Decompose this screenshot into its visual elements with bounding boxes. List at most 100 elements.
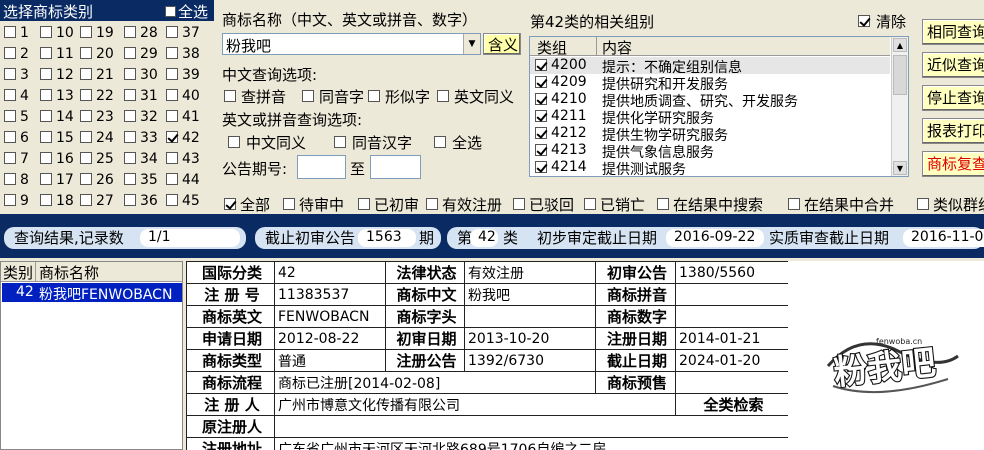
cn-option-0[interactable]: 查拼音 (224, 86, 286, 107)
class-checkbox-43[interactable]: 43 (166, 151, 200, 167)
class-checkbox-24[interactable]: 24 (80, 130, 114, 146)
class-checkbox-28[interactable]: 28 (124, 25, 158, 41)
result-list[interactable]: 类别 商标名称 42 粉我吧FENWOBACN (0, 261, 183, 450)
class-checkbox-17[interactable]: 17 (40, 172, 74, 188)
clear-groups-checkbox[interactable]: 清除 (858, 11, 906, 32)
dropdown-arrow-icon[interactable]: ▼ (463, 34, 480, 54)
pub-period-to-input[interactable] (370, 155, 421, 179)
class-checkbox-1[interactable]: 1 (4, 25, 29, 41)
en-option-2[interactable]: 全选 (434, 132, 482, 153)
class-checkbox-13[interactable]: 13 (40, 88, 74, 104)
group-row-4200[interactable]: 4200 提示：不确定组别信息 (530, 57, 890, 76)
class-checkbox-4[interactable]: 4 (4, 88, 29, 104)
filter-valid-registered[interactable]: 有效注册 (426, 194, 502, 215)
scroll-up-icon[interactable]: ▲ (893, 38, 907, 52)
en-name-value: FENWOBACN (274, 305, 386, 328)
class-checkbox-32[interactable]: 32 (124, 109, 158, 125)
print-report-button[interactable]: 报表打印 (922, 118, 984, 144)
filter-search-in-results[interactable]: 在结果中搜索 (657, 194, 763, 215)
class-checkbox-34[interactable]: 34 (124, 151, 158, 167)
class-checkbox-39[interactable]: 39 (166, 67, 200, 83)
class-checkbox-22[interactable]: 22 (80, 88, 114, 104)
scroll-down-icon[interactable]: ▼ (893, 161, 907, 175)
stop-query-button[interactable]: 停止查询 (922, 85, 984, 111)
same-query-button[interactable]: 相同查询 (922, 19, 984, 45)
class-checkbox-29[interactable]: 29 (124, 46, 158, 62)
group-row-4211[interactable]: 4211 提供化学研究服务 (530, 108, 890, 127)
group-row-4213[interactable]: 4213 提供气象信息服务 (530, 142, 890, 161)
group-row-4214[interactable]: 4214 提供测试服务 (530, 159, 890, 176)
filter-rejected[interactable]: 已驳回 (513, 194, 574, 215)
class-checkbox-31[interactable]: 31 (124, 88, 158, 104)
cn-option-3[interactable]: 英文同义 (437, 86, 514, 107)
class-checkbox-14[interactable]: 14 (40, 109, 74, 125)
class-checkbox-36[interactable]: 36 (124, 193, 158, 209)
class-checkbox-19[interactable]: 19 (80, 25, 114, 41)
expire-label: 截止日期 (595, 349, 676, 372)
groups-list[interactable]: 类组 内容 4200 提示：不确定组别信息 4209 提供研究和开发服务 4210 提供地… (529, 36, 909, 177)
result-count-value: 1/1 (140, 229, 240, 247)
result-row[interactable]: 42 粉我吧FENWOBACN (2, 283, 182, 303)
class-checkbox-3[interactable]: 3 (4, 67, 29, 83)
select-all-classes[interactable]: 全选 (165, 1, 208, 22)
class-checkbox-27[interactable]: 27 (80, 193, 114, 209)
class-checkbox-15[interactable]: 15 (40, 130, 74, 146)
trademark-name-input[interactable]: 粉我吧 ▼ (222, 33, 481, 55)
class-checkbox-20[interactable]: 20 (80, 46, 114, 62)
filter-all[interactable]: 全部 (224, 194, 270, 215)
en-option-0[interactable]: 中文同义 (228, 132, 306, 153)
filter-merge-in-results[interactable]: 在结果中合并 (788, 194, 894, 215)
class-checkbox-8[interactable]: 8 (4, 172, 29, 188)
group-row-4209[interactable]: 4209 提供研究和开发服务 (530, 74, 890, 93)
orig-registrant-label: 原注册人 (186, 415, 275, 438)
class-selector-title: 选择商标类别 (3, 3, 94, 21)
filter-prelim-approved[interactable]: 已初审 (358, 194, 419, 215)
class-checkbox-45[interactable]: 45 (166, 193, 200, 209)
class-checkbox-7[interactable]: 7 (4, 151, 29, 167)
head-char-label: 商标字头 (385, 305, 465, 328)
class-checkbox-6[interactable]: 6 (4, 130, 29, 146)
groups-scrollbar[interactable]: ▲ ▼ (891, 37, 908, 176)
class-checkbox-38[interactable]: 38 (166, 46, 200, 62)
filter-expired[interactable]: 已销亡 (584, 194, 645, 215)
class-checkbox-11[interactable]: 11 (40, 46, 74, 62)
group-row-4210[interactable]: 4210 提供地质调查、研究、开发服务 (530, 91, 890, 110)
cn-option-2[interactable]: 形似字 (368, 86, 430, 107)
recheck-button[interactable]: 商标复查 (922, 151, 984, 177)
class-checkbox-2[interactable]: 2 (4, 46, 29, 62)
scroll-thumb[interactable] (893, 55, 907, 95)
class-checkbox-16[interactable]: 16 (40, 151, 74, 167)
class-checkbox-33[interactable]: 33 (124, 130, 158, 146)
class-checkbox-5[interactable]: 5 (4, 109, 29, 125)
similar-query-button[interactable]: 近似查询 (922, 52, 984, 78)
group-row-4212[interactable]: 4212 提供生物学研究服务 (530, 125, 890, 144)
type-label: 商标类型 (186, 349, 275, 372)
class-checkbox-10[interactable]: 10 (40, 25, 74, 41)
class-checkbox-30[interactable]: 30 (124, 67, 158, 83)
class-checkbox-12[interactable]: 12 (40, 67, 74, 83)
class-checkbox-35[interactable]: 35 (124, 172, 158, 188)
flow-value: 商标已注册[2014-02-08] (274, 371, 596, 394)
class-checkbox-44[interactable]: 44 (166, 172, 200, 188)
pub-period-from-input[interactable] (297, 155, 346, 179)
class-checkbox-41[interactable]: 41 (166, 109, 200, 125)
class-checkbox-18[interactable]: 18 (40, 193, 74, 209)
class-checkbox-26[interactable]: 26 (80, 172, 114, 188)
class-checkbox-9[interactable]: 9 (4, 193, 29, 209)
class-checkbox-40[interactable]: 40 (166, 88, 200, 104)
filter-pending[interactable]: 待审中 (283, 194, 344, 215)
full-class-search-link[interactable]: 全类检索 (675, 393, 789, 416)
class-checkbox-21[interactable]: 21 (80, 67, 114, 83)
trademark-name-label: 商标名称（中文、英文或拼音、数字） (222, 11, 478, 29)
meaning-button[interactable]: 含义 (483, 33, 521, 55)
groups-list-header: 类组 内容 (530, 37, 890, 57)
en-option-1[interactable]: 同音汉字 (334, 132, 412, 153)
class-checkbox-37[interactable]: 37 (166, 25, 200, 41)
class-checkbox-23[interactable]: 23 (80, 109, 114, 125)
class-checkbox-42[interactable]: 42 (166, 130, 200, 146)
cn-option-1[interactable]: 同音字 (302, 86, 364, 107)
filter-similar-groups[interactable]: 类似群组 (917, 194, 984, 215)
presale-value (675, 371, 789, 394)
orig-registrant-value (274, 415, 789, 438)
class-checkbox-25[interactable]: 25 (80, 151, 114, 167)
